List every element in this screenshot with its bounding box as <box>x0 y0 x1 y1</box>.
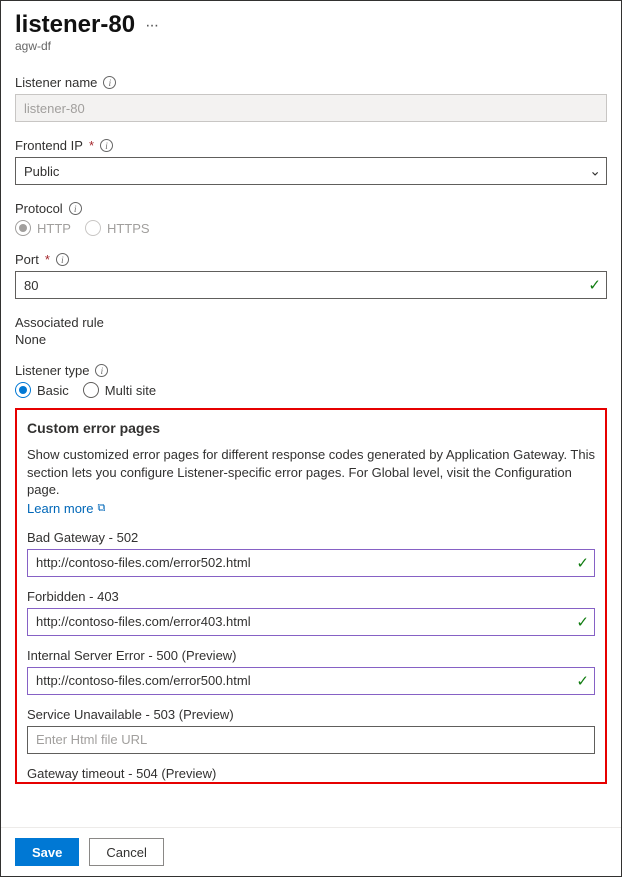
listener-type-multi-radio[interactable]: Multi site <box>83 382 156 398</box>
error-500-label: Internal Server Error - 500 (Preview) <box>27 648 595 663</box>
listener-type-basic-label: Basic <box>37 383 69 398</box>
learn-more-label: Learn more <box>27 501 93 516</box>
listener-type-multi-label: Multi site <box>105 383 156 398</box>
info-icon[interactable]: i <box>95 364 108 377</box>
error-500-input[interactable] <box>27 667 595 695</box>
listener-type-basic-radio[interactable]: Basic <box>15 382 69 398</box>
protocol-https-radio: HTTPS <box>85 220 150 236</box>
required-marker: * <box>45 252 50 267</box>
frontend-ip-label: Frontend IP <box>15 138 83 153</box>
info-icon[interactable]: i <box>56 253 69 266</box>
save-button[interactable]: Save <box>15 838 79 866</box>
more-icon[interactable]: ··· <box>145 17 158 35</box>
page-subtitle: agw-df <box>15 39 607 53</box>
port-label: Port <box>15 252 39 267</box>
error-502-label: Bad Gateway - 502 <box>27 530 595 545</box>
protocol-https-label: HTTPS <box>107 221 150 236</box>
listener-name-input <box>15 94 607 122</box>
custom-error-heading: Custom error pages <box>27 420 595 436</box>
protocol-label: Protocol <box>15 201 63 216</box>
cancel-button[interactable]: Cancel <box>89 838 163 866</box>
error-503-label: Service Unavailable - 503 (Preview) <box>27 707 595 722</box>
custom-error-desc: Show customized error pages for differen… <box>27 446 595 499</box>
port-input[interactable] <box>15 271 607 299</box>
learn-more-link[interactable]: Learn more ⧉ <box>27 501 105 516</box>
error-503-input[interactable] <box>27 726 595 754</box>
error-403-input[interactable] <box>27 608 595 636</box>
external-link-icon: ⧉ <box>97 502 105 515</box>
error-504-label: Gateway timeout - 504 (Preview) <box>27 766 595 781</box>
page-title: listener-80 <box>15 11 135 39</box>
required-marker: * <box>89 138 94 153</box>
custom-error-section: Custom error pages Show customized error… <box>15 408 607 784</box>
listener-type-label: Listener type <box>15 363 89 378</box>
error-502-input[interactable] <box>27 549 595 577</box>
footer-bar: Save Cancel <box>1 827 621 876</box>
error-403-label: Forbidden - 403 <box>27 589 595 604</box>
listener-name-label: Listener name <box>15 75 97 90</box>
info-icon[interactable]: i <box>69 202 82 215</box>
frontend-ip-select[interactable]: Public <box>15 157 607 185</box>
associated-rule-value: None <box>15 332 607 347</box>
info-icon[interactable]: i <box>103 76 116 89</box>
protocol-http-label: HTTP <box>37 221 71 236</box>
info-icon[interactable]: i <box>100 139 113 152</box>
protocol-http-radio: HTTP <box>15 220 71 236</box>
associated-rule-label: Associated rule <box>15 315 104 330</box>
